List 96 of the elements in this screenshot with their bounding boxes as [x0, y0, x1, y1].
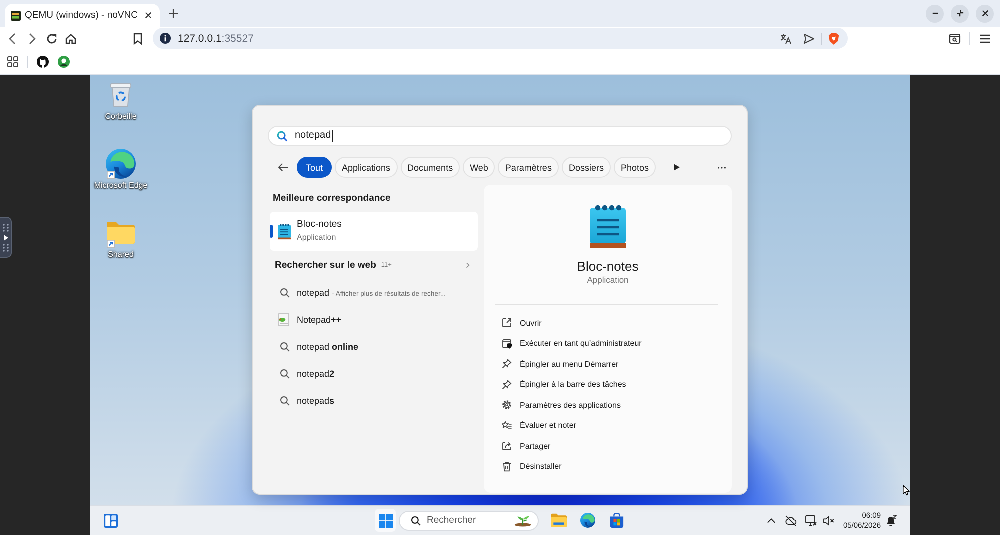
section-heading: Meilleure correspondance — [272, 193, 391, 205]
search-icon — [280, 288, 290, 298]
star-list-icon — [502, 420, 512, 431]
close-icon — [982, 10, 988, 17]
filter-tab[interactable]: Web — [463, 157, 496, 178]
filter-tab[interactable]: Documents — [400, 157, 460, 178]
desktop-icon-label: Shared — [108, 250, 134, 260]
bell-icon[interactable] — [885, 514, 897, 526]
edge-browser-icon[interactable] — [106, 149, 136, 179]
selection-indicator — [270, 225, 273, 238]
widgets-icon[interactable] — [104, 514, 118, 528]
app-name: Bloc-notes — [577, 259, 639, 274]
filter-tab[interactable]: Photos — [614, 157, 656, 178]
windows-logo-icon — [378, 514, 392, 528]
action-item[interactable]: Exécuter en tant qu’administrateur — [484, 334, 732, 354]
share-icon — [502, 441, 512, 452]
home-icon[interactable] — [65, 32, 77, 44]
notepad-icon — [590, 205, 626, 249]
url-text: 127.0.0.1:35527 — [178, 32, 254, 44]
app-type: Application — [297, 232, 338, 244]
pin-icon — [502, 359, 512, 370]
send-icon[interactable] — [803, 32, 815, 44]
chevron-up-icon[interactable] — [767, 518, 776, 524]
web-result-item[interactable]: notepad online — [268, 333, 478, 360]
result-text: notepad online — [297, 342, 359, 352]
taskbar-search-field[interactable]: Rechercher — [399, 510, 539, 530]
screenshot-icon[interactable] — [949, 32, 961, 44]
filter-tab[interactable]: Dossiers — [562, 157, 611, 178]
app-type: Application — [587, 275, 629, 286]
handle-grip-icon — [2, 222, 10, 252]
mouse-cursor-icon — [903, 485, 910, 496]
notepad-icon — [278, 224, 291, 240]
web-result-item[interactable]: notepad2 — [268, 360, 478, 387]
plant-sprout-icon — [514, 514, 532, 527]
translate-icon[interactable] — [780, 32, 792, 44]
new-tab-icon[interactable] — [169, 9, 178, 18]
app-name: Bloc-notes — [297, 219, 342, 231]
cloud-off-icon[interactable] — [785, 514, 798, 526]
search-icon — [280, 368, 290, 378]
bookmark-icon[interactable] — [132, 32, 144, 44]
pin-icon — [502, 380, 512, 390]
web-result-item[interactable]: notepads — [268, 387, 478, 414]
person-badge-icon[interactable] — [58, 56, 70, 68]
menu-icon[interactable] — [979, 32, 991, 44]
search-icon — [277, 130, 288, 142]
action-item[interactable]: Épingler à la barre des tâches — [484, 374, 732, 395]
close-button[interactable] — [976, 4, 994, 22]
gear-icon — [502, 400, 512, 410]
desktop-icon-label: Microsoft Edge — [94, 181, 148, 191]
restore-button[interactable] — [951, 4, 969, 22]
result-text: notepad2 — [297, 368, 335, 378]
notepad-plus-icon — [277, 312, 291, 326]
open-external-icon — [502, 318, 512, 328]
filter-tab[interactable]: Applications — [335, 157, 398, 178]
start-button[interactable] — [375, 509, 396, 532]
speaker-muted-icon[interactable] — [823, 514, 836, 526]
filter-tab[interactable]: Paramètres — [498, 157, 559, 178]
edge-browser-icon[interactable] — [580, 513, 596, 528]
action-item[interactable]: Ouvrir — [484, 313, 732, 334]
store-bag-icon[interactable] — [609, 513, 625, 528]
address-field[interactable]: 127.0.0.1:35527 — [153, 28, 848, 49]
action-item[interactable]: Partager — [484, 436, 732, 456]
chevron-right-icon[interactable] — [466, 262, 470, 268]
close-tab-icon[interactable] — [145, 12, 152, 19]
back-arrow-icon[interactable] — [278, 163, 289, 172]
search-icon — [280, 396, 290, 406]
favicon-icon — [11, 10, 21, 20]
action-item[interactable]: Paramètres des applications — [484, 395, 732, 416]
web-result-item[interactable]: Notepad++ — [268, 306, 478, 333]
info-icon — [160, 33, 171, 44]
desktop-icon-label: Corbeille — [105, 112, 137, 122]
filter-tab[interactable]: Tout — [297, 157, 332, 178]
search-icon — [411, 516, 421, 526]
action-item[interactable]: Désinstaller — [484, 456, 732, 477]
apps-grid-icon[interactable] — [7, 56, 19, 68]
control-bar-handle[interactable] — [0, 217, 12, 258]
shield-window-icon — [502, 338, 512, 349]
minimize-icon — [932, 10, 938, 17]
trash-icon — [502, 462, 512, 472]
action-item[interactable]: Épingler au menu Démarrer — [484, 354, 732, 374]
result-text: notepads — [297, 396, 335, 406]
search-field[interactable]: notepad — [268, 126, 732, 146]
section-heading: Rechercher sur le web — [275, 260, 376, 270]
search-icon — [280, 342, 290, 352]
network-icon[interactable] — [805, 514, 818, 526]
action-item[interactable]: Évaluer et noter — [484, 416, 732, 436]
triangle-right-icon[interactable] — [674, 164, 680, 171]
recycle-bin-icon[interactable] — [110, 82, 132, 108]
file-explorer-icon[interactable] — [551, 513, 567, 528]
cat-logo-icon[interactable] — [37, 56, 49, 68]
result-text: Notepad++ — [297, 314, 342, 324]
lion-shield-icon[interactable] — [828, 32, 840, 44]
browser-tab[interactable]: QEMU (windows) - noVNC — [5, 4, 160, 27]
reload-icon[interactable] — [46, 32, 58, 44]
collapse-arrows-icon — [956, 10, 964, 17]
best-match-item[interactable]: Bloc-notes Application — [270, 212, 478, 251]
